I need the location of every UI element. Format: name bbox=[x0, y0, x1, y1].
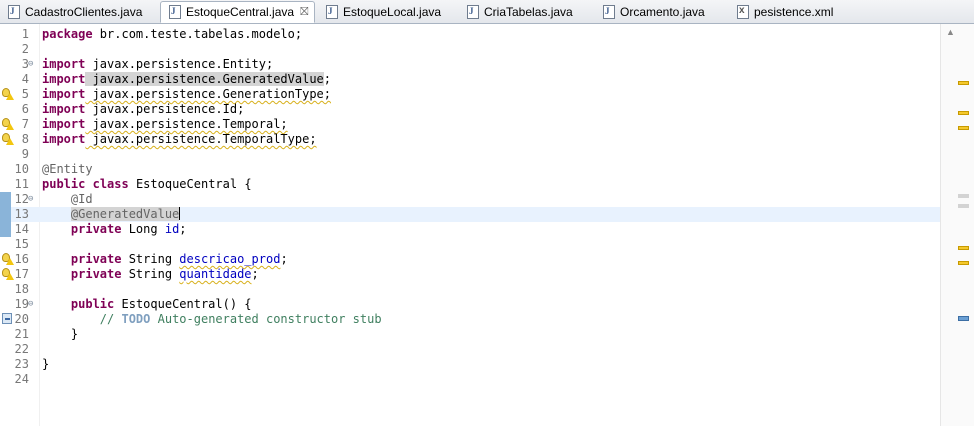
code-line[interactable]: 2 bbox=[0, 42, 940, 57]
warning-lightbulb-icon[interactable] bbox=[2, 88, 14, 100]
line-number: 14 bbox=[14, 222, 29, 236]
code-line[interactable]: 11 public class EstoqueCentral { bbox=[0, 177, 940, 192]
line-number: 6 bbox=[21, 102, 29, 116]
fold-toggle-icon[interactable]: ⊖ bbox=[28, 57, 33, 72]
ruler-warning-marker[interactable] bbox=[958, 111, 969, 115]
code-line[interactable]: 16 private String descricao_prod; bbox=[0, 252, 940, 267]
line-number: 4 bbox=[21, 72, 29, 86]
java-file-icon: J bbox=[8, 5, 20, 19]
code-line[interactable]: 7 import javax.persistence.Temporal; bbox=[0, 117, 940, 132]
line-number: 2 bbox=[21, 42, 29, 56]
tab-estoquelocal[interactable]: J EstoqueLocal.java bbox=[326, 2, 441, 22]
ruler-task-marker[interactable] bbox=[958, 316, 969, 321]
line-number: 1 bbox=[21, 27, 29, 41]
editor-tab-bar: J CadastroClientes.java J EstoqueCentral… bbox=[0, 0, 974, 24]
code-line[interactable]: 23 } bbox=[0, 357, 940, 372]
warning-lightbulb-icon[interactable] bbox=[2, 118, 14, 130]
code-line[interactable]: 1 package br.com.teste.tabelas.modelo; bbox=[0, 27, 940, 42]
line-number: 15 bbox=[14, 237, 29, 251]
java-file-icon: J bbox=[467, 5, 479, 19]
code-line[interactable]: 5 import javax.persistence.GenerationTyp… bbox=[0, 87, 940, 102]
code-line[interactable]: 24 bbox=[0, 372, 940, 387]
tab-label: pesistence.xml bbox=[754, 5, 834, 19]
code-line[interactable]: 19 ⊖ public EstoqueCentral() { bbox=[0, 297, 940, 312]
ruler-warning-marker[interactable] bbox=[958, 261, 969, 265]
line-number: 22 bbox=[14, 342, 29, 356]
current-code-line[interactable]: 13 @GeneratedValue bbox=[0, 207, 940, 222]
code-line[interactable]: 18 bbox=[0, 282, 940, 297]
tab-orcamento[interactable]: J Orcamento.java bbox=[603, 2, 705, 22]
code-line[interactable]: 6 import javax.persistence.Id; bbox=[0, 102, 940, 117]
tab-persistence-xml[interactable]: x pesistence.xml bbox=[737, 2, 833, 22]
line-number: 19 bbox=[14, 297, 29, 311]
close-icon[interactable]: ⛝ bbox=[300, 6, 308, 19]
occurrence-highlight: javax.persistence.GeneratedValue bbox=[85, 72, 324, 86]
tab-label: EstoqueLocal.java bbox=[343, 5, 442, 19]
code-line[interactable]: 15 bbox=[0, 237, 940, 252]
code-line[interactable]: 8 import javax.persistence.TemporalType; bbox=[0, 132, 940, 147]
line-number: 3 bbox=[21, 57, 29, 71]
java-file-icon: J bbox=[603, 5, 615, 19]
code-line[interactable]: 9 bbox=[0, 147, 940, 162]
warning-lightbulb-icon[interactable] bbox=[2, 133, 14, 145]
line-number: 9 bbox=[21, 147, 29, 161]
tab-label: CriaTabelas.java bbox=[484, 5, 573, 19]
line-number: 21 bbox=[14, 327, 29, 341]
task-marker-icon[interactable] bbox=[2, 313, 12, 325]
line-number: 18 bbox=[14, 282, 29, 296]
ruler-occurrence-marker[interactable] bbox=[958, 194, 969, 198]
code-line[interactable]: 22 bbox=[0, 342, 940, 357]
warning-lightbulb-icon[interactable] bbox=[2, 268, 14, 280]
text-cursor bbox=[179, 207, 181, 220]
tab-label: CadastroClientes.java bbox=[25, 5, 143, 19]
line-number: 13 bbox=[14, 207, 29, 221]
tab-estoquecentral[interactable]: J EstoqueCentral.java ⛝ bbox=[160, 1, 316, 23]
xml-file-icon: x bbox=[737, 5, 749, 19]
ruler-occurrence-marker[interactable] bbox=[958, 204, 969, 208]
tab-cadastroclientes[interactable]: J CadastroClientes.java bbox=[8, 2, 142, 22]
fold-toggle-icon[interactable]: ⊖ bbox=[28, 297, 33, 312]
line-number: 12 bbox=[14, 192, 29, 206]
tab-label: EstoqueCentral.java bbox=[186, 5, 295, 19]
line-number: 11 bbox=[14, 177, 29, 191]
warning-lightbulb-icon[interactable] bbox=[2, 253, 14, 265]
java-file-icon: J bbox=[326, 5, 338, 19]
line-number: 23 bbox=[14, 357, 29, 371]
ruler-warning-marker[interactable] bbox=[958, 126, 969, 130]
scroll-up-arrow-icon[interactable]: ▲ bbox=[946, 27, 955, 37]
code-line[interactable]: 12 ⊖ @Id bbox=[0, 192, 940, 207]
java-file-icon: J bbox=[169, 5, 181, 19]
code-line[interactable]: 21 } bbox=[0, 327, 940, 342]
occurrence-highlight: @GeneratedValue bbox=[70, 207, 180, 221]
tab-label: Orcamento.java bbox=[620, 5, 705, 19]
ruler-warning-marker[interactable] bbox=[958, 81, 969, 85]
code-line[interactable]: 20 // TODO Auto-generated constructor st… bbox=[0, 312, 940, 327]
code-editor[interactable]: 1 package br.com.teste.tabelas.modelo; 2… bbox=[0, 24, 974, 426]
tab-criatabelas[interactable]: J CriaTabelas.java bbox=[467, 2, 573, 22]
ruler-warning-marker[interactable] bbox=[958, 246, 969, 250]
line-number: 24 bbox=[14, 372, 29, 386]
overview-ruler[interactable]: ▲ bbox=[940, 24, 974, 426]
code-line[interactable]: 17 private String quantidade; bbox=[0, 267, 940, 282]
code-line[interactable]: 4 import javax.persistence.GeneratedValu… bbox=[0, 72, 940, 87]
fold-toggle-icon[interactable]: ⊖ bbox=[28, 192, 33, 207]
code-line[interactable]: 14 private Long id; bbox=[0, 222, 940, 237]
code-line[interactable]: 3 ⊖ import javax.persistence.Entity; bbox=[0, 57, 940, 72]
line-number: 10 bbox=[14, 162, 29, 176]
code-line[interactable]: 10 @Entity bbox=[0, 162, 940, 177]
